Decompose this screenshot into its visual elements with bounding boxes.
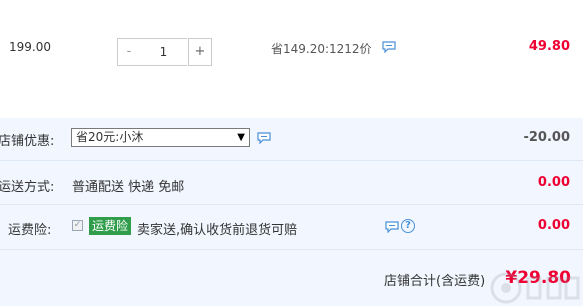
watermark-logo bbox=[490, 272, 580, 304]
shipping-insurance-badge: 运费险 bbox=[89, 217, 132, 235]
chat-bubble-icon[interactable] bbox=[257, 132, 271, 147]
dropdown-arrow-icon: ▼ bbox=[237, 132, 245, 143]
chat-bubble-icon[interactable] bbox=[382, 41, 396, 56]
shop-discount-label: 店铺优惠: bbox=[0, 134, 55, 149]
help-icon[interactable]: ? bbox=[401, 219, 415, 233]
shipping-insurance-amount: 0.00 bbox=[537, 218, 570, 233]
decrease-quantity-button[interactable]: - bbox=[117, 38, 141, 66]
shipping-insurance-label: 运费险: bbox=[8, 223, 52, 238]
saving-text: 省149.20:1212价 bbox=[271, 42, 372, 56]
item-subtotal: 49.80 bbox=[528, 39, 570, 54]
increase-quantity-button[interactable]: + bbox=[188, 38, 212, 66]
quantity-stepper: - 1 + bbox=[117, 38, 212, 66]
row-divider bbox=[0, 249, 583, 250]
shipping-label: 运送方式: bbox=[0, 180, 55, 195]
shipping-insurance-description: 卖家送,确认收货前退货可赔 bbox=[137, 223, 298, 238]
shop-discount-select[interactable]: 省20元:小沐 ▼ bbox=[71, 128, 250, 147]
quantity-input[interactable]: 1 bbox=[140, 38, 187, 66]
row-divider bbox=[0, 160, 583, 161]
shop-discount-amount: -20.00 bbox=[523, 130, 570, 145]
chat-bubble-icon[interactable] bbox=[385, 221, 399, 236]
shipping-method: 普通配送 快递 免邮 bbox=[72, 180, 185, 195]
shipping-amount: 0.00 bbox=[537, 175, 570, 190]
product-row: 199.00 - 1 + 省149.20:1212价 49.80 bbox=[0, 0, 583, 95]
row-divider bbox=[0, 204, 583, 205]
shipping-insurance-checkbox[interactable]: ✓ bbox=[72, 220, 83, 231]
shop-total-label: 店铺合计(含运费) bbox=[384, 274, 486, 289]
shop-discount-selected: 省20元:小沐 bbox=[76, 130, 144, 144]
unit-price: 199.00 bbox=[9, 40, 51, 54]
